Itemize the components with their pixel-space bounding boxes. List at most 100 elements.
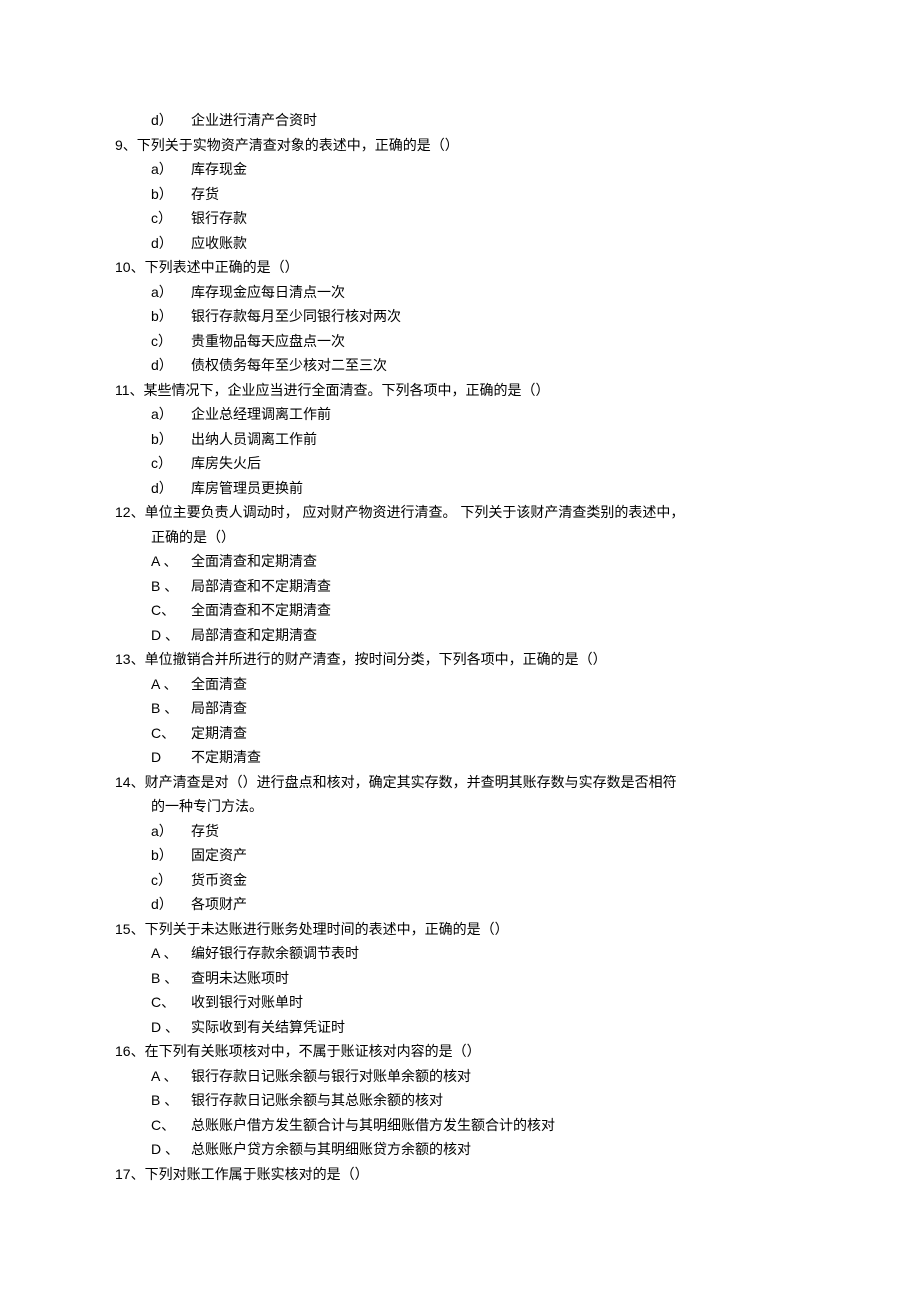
option-text: 实际收到有关结算凭证时 (191, 1015, 805, 1040)
options-list: A 、全面清查B 、局部清查C、定期清查D 不定期清查 (115, 672, 805, 770)
question-number: 16、 (115, 1039, 145, 1064)
options-list: A 、银行存款日记账余额与银行对账单余额的核对B 、银行存款日记账余额与其总账余… (115, 1064, 805, 1162)
option-label: b） (151, 427, 191, 452)
option-text: 局部清查和不定期清查 (191, 574, 805, 599)
option: b）出纳人员调离工作前 (151, 427, 805, 452)
question-stem: 15、下列关于未达账进行账务处理时间的表述中，正确的是（） (115, 917, 805, 942)
question: 12、单位主要负责人调动时， 应对财产物资进行清查。 下列关于该财产清查类别的表… (115, 500, 805, 647)
option: d）各项财产 (151, 892, 805, 917)
option-text: 库存现金 (191, 157, 805, 182)
option-label: b） (151, 843, 191, 868)
option-label: c） (151, 329, 191, 354)
option-label: C、 (151, 598, 191, 623)
option-text: 定期清查 (191, 721, 805, 746)
option-label: d） (151, 353, 191, 378)
question-stem: 16、在下列有关账项核对中，不属于账证核对内容的是（） (115, 1039, 805, 1064)
question: 13、单位撤销合并所进行的财产清查，按时间分类，下列各项中，正确的是（）A 、全… (115, 647, 805, 770)
question-stem: 12、单位主要负责人调动时， 应对财产物资进行清查。 下列关于该财产清查类别的表… (115, 500, 805, 525)
option-text: 银行存款每月至少同银行核对两次 (191, 304, 805, 329)
option-text: 局部清查和定期清查 (191, 623, 805, 648)
option-text: 全面清查 (191, 672, 805, 697)
option: C、总账账户借方发生额合计与其明细账借方发生额合计的核对 (151, 1113, 805, 1138)
option: D 、总账账户贷方余额与其明细账贷方余额的核对 (151, 1137, 805, 1162)
options-list: A 、编好银行存款余额调节表时B 、查明未达账项时C、收到银行对账单时D 、实际… (115, 941, 805, 1039)
option-text: 存货 (191, 182, 805, 207)
option: D 不定期清查 (151, 745, 805, 770)
option-label: D 、 (151, 623, 191, 648)
option: B 、局部清查 (151, 696, 805, 721)
question-number: 14、 (115, 770, 145, 795)
option-label: b） (151, 182, 191, 207)
option-text: 全面清查和不定期清查 (191, 598, 805, 623)
question-text: 下列表述中正确的是（） (145, 255, 805, 280)
option-label: a） (151, 280, 191, 305)
option-label: b） (151, 304, 191, 329)
option-label: C、 (151, 721, 191, 746)
option: A 、银行存款日记账余额与银行对账单余额的核对 (151, 1064, 805, 1089)
option-text: 企业进行清产合资时 (191, 108, 805, 133)
option-label: d） (151, 108, 191, 133)
option: A 、编好银行存款余额调节表时 (151, 941, 805, 966)
question-stem: 14、财产清查是对（）进行盘点和核对，确定其实存数，并查明其账存数与实存数是否相… (115, 770, 805, 795)
option: c）库房失火后 (151, 451, 805, 476)
option-text: 债权债务每年至少核对二至三次 (191, 353, 805, 378)
option-text: 应收账款 (191, 231, 805, 256)
option: b）固定资产 (151, 843, 805, 868)
question: 14、财产清查是对（）进行盘点和核对，确定其实存数，并查明其账存数与实存数是否相… (115, 770, 805, 917)
option-label: A 、 (151, 941, 191, 966)
option: c）银行存款 (151, 206, 805, 231)
question-text: 某些情况下，企业应当进行全面清查。下列各项中，正确的是（） (144, 378, 805, 403)
question-text-continuation: 正确的是（） (115, 525, 805, 550)
option-label: d） (151, 476, 191, 501)
option-text: 局部清查 (191, 696, 805, 721)
option-text: 各项财产 (191, 892, 805, 917)
options-list: a）库存现金b）存货c）银行存款d）应收账款 (115, 157, 805, 255)
option-label: D 、 (151, 1015, 191, 1040)
option-label: D (151, 745, 191, 770)
option-label: A 、 (151, 672, 191, 697)
option-text: 库房管理员更换前 (191, 476, 805, 501)
option-text: 贵重物品每天应盘点一次 (191, 329, 805, 354)
question-stem: 17、下列对账工作属于账实核对的是（） (115, 1162, 805, 1187)
document-page: d） 企业进行清产合资时 9、下列关于实物资产清查对象的表述中，正确的是（）a）… (0, 0, 920, 1303)
question-stem: 11、某些情况下，企业应当进行全面清查。下列各项中，正确的是（） (115, 378, 805, 403)
question-stem: 13、单位撤销合并所进行的财产清查，按时间分类，下列各项中，正确的是（） (115, 647, 805, 672)
question: 9、下列关于实物资产清查对象的表述中，正确的是（）a）库存现金b）存货c）银行存… (115, 133, 805, 256)
option: A 、全面清查和定期清查 (151, 549, 805, 574)
options-list: a）库存现金应每日清点一次b）银行存款每月至少同银行核对两次c）贵重物品每天应盘… (115, 280, 805, 378)
option: a）企业总经理调离工作前 (151, 402, 805, 427)
question: 16、在下列有关账项核对中，不属于账证核对内容的是（）A 、银行存款日记账余额与… (115, 1039, 805, 1162)
option-label: c） (151, 451, 191, 476)
question-text: 财产清查是对（）进行盘点和核对，确定其实存数，并查明其账存数与实存数是否相符 (145, 770, 805, 795)
question-number: 15、 (115, 917, 145, 942)
option-text: 存货 (191, 819, 805, 844)
option: d）债权债务每年至少核对二至三次 (151, 353, 805, 378)
option: D 、局部清查和定期清查 (151, 623, 805, 648)
option: b）银行存款每月至少同银行核对两次 (151, 304, 805, 329)
option-text: 银行存款日记账余额与银行对账单余额的核对 (191, 1064, 805, 1089)
question-text: 下列关于实物资产清查对象的表述中，正确的是（） (137, 133, 805, 158)
question-number: 10、 (115, 255, 145, 280)
option-text: 库房失火后 (191, 451, 805, 476)
options-list: a）存货b）固定资产c）货币资金d）各项财产 (115, 819, 805, 917)
option-label: c） (151, 206, 191, 231)
question-stem: 9、下列关于实物资产清查对象的表述中，正确的是（） (115, 133, 805, 158)
option: B 、银行存款日记账余额与其总账余额的核对 (151, 1088, 805, 1113)
option: C、定期清查 (151, 721, 805, 746)
options-list: A 、全面清查和定期清查B 、局部清查和不定期清查C、全面清查和不定期清查D 、… (115, 549, 805, 647)
question-number: 13、 (115, 647, 145, 672)
question-number: 11、 (115, 378, 144, 403)
option-label: D 、 (151, 1137, 191, 1162)
question-text: 下列关于未达账进行账务处理时间的表述中，正确的是（） (145, 917, 805, 942)
option-text: 查明未达账项时 (191, 966, 805, 991)
question-text-continuation: 的一种专门方法。 (115, 794, 805, 819)
orphan-option: d） 企业进行清产合资时 (115, 108, 805, 133)
option-label: C、 (151, 1113, 191, 1138)
option-text: 货币资金 (191, 868, 805, 893)
option-text: 不定期清查 (191, 745, 805, 770)
option-label: a） (151, 402, 191, 427)
question-text: 在下列有关账项核对中，不属于账证核对内容的是（） (145, 1039, 805, 1064)
option: d）应收账款 (151, 231, 805, 256)
question-stem: 10、下列表述中正确的是（） (115, 255, 805, 280)
option: a）存货 (151, 819, 805, 844)
